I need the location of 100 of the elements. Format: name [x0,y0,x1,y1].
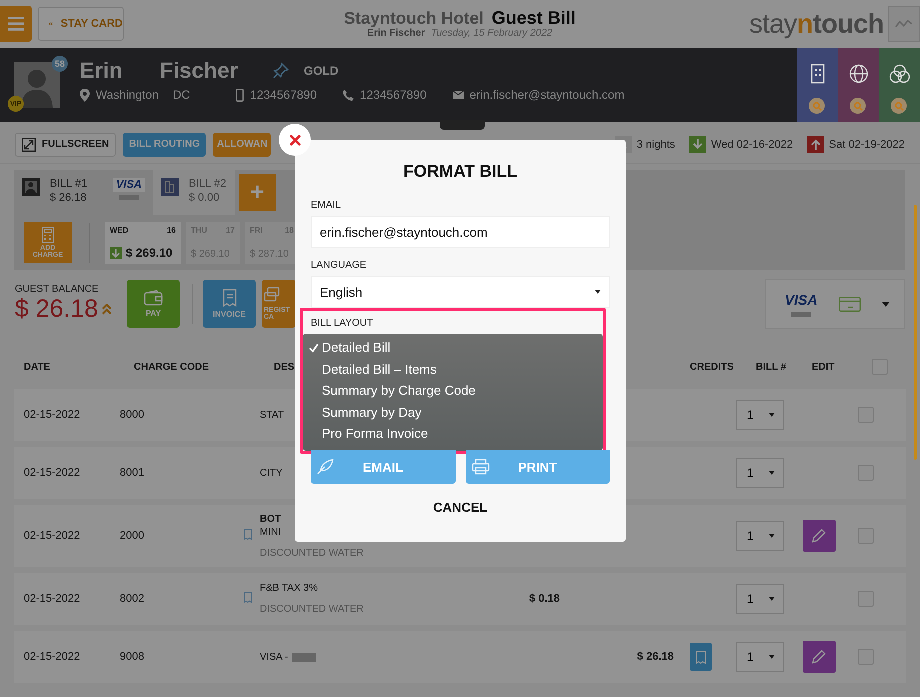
bill-layout-label: BILL LAYOUT [311,318,374,329]
description-text: CITY [260,468,283,478]
building-icon [810,64,824,84]
circles-icon [888,64,910,84]
dropdown-option[interactable]: Pro Forma Invoice [303,423,603,444]
guest-state: DC [172,88,190,102]
menu-icon [8,17,24,31]
guest-city: Washington [96,88,159,102]
date-cell-text: 02-15-2022 [24,530,82,542]
pencil-icon [812,650,826,664]
bill-number-select[interactable]: 1 [736,458,784,488]
charge-code-cell-text: 9008 [120,651,146,663]
row-checkbox[interactable] [858,591,874,607]
row-checkbox[interactable] [858,528,874,544]
day-number: 16 [167,226,176,234]
row-checkbox[interactable] [858,649,874,665]
pin-icon[interactable] [272,62,290,80]
search-icon [809,98,825,114]
card-brand: VISA [784,291,819,309]
column-header: DES [274,362,295,372]
line-graph-icon [895,19,913,29]
invoice-icon [696,650,706,664]
shortcut-tile[interactable] [797,48,838,122]
bill-amount: $ 0.00 [189,192,221,204]
edit-button[interactable] [802,520,836,552]
mobile-phone-icon [236,88,244,102]
printer-icon [472,459,490,475]
payment-card-selector[interactable]: VISA [765,279,905,329]
double-chevron-up-icon[interactable] [102,304,112,315]
cancel-button[interactable]: CANCEL [425,496,496,519]
wallet-icon [144,290,164,306]
column-header: DATE [24,362,50,372]
guest-balance-label: GUEST BALANCE [15,284,100,295]
column-header: CHARGE CODE [134,362,210,372]
shortcut-tile[interactable] [879,48,920,122]
day-amount: $ 269.10 [126,246,173,260]
departure-date: Sat 02-19-2022 [829,138,905,150]
bill-number-select[interactable]: 1 [736,521,784,551]
guest-balance-amount: $ 26.18 [15,295,98,324]
invoice-button[interactable] [690,643,712,671]
bill-tab[interactable]: BILL #2 $ 0.00 [153,170,235,215]
last-name: Fischer [160,58,240,84]
card-brand: VISA [113,178,145,192]
graph-button[interactable] [888,6,920,42]
expand-icon [22,138,36,152]
down-arrow-icon [110,246,122,258]
globe-icon [848,64,868,84]
close-button[interactable] [279,124,311,156]
charge-amount: $ 0.18 [529,593,560,605]
guest-email: erin.fischer@stayntouch.com [470,88,625,102]
language-select[interactable]: English [311,276,610,308]
guest-name: Erin Fischer [367,28,426,40]
caret-icon [769,471,775,475]
charge-code-cell-text: 8000 [120,409,146,421]
scrollbar[interactable] [914,205,917,460]
nights-count: 3 nights [636,138,676,150]
credit-card-icon [838,296,861,312]
feather-pen-icon [317,459,335,475]
email-label: EMAIL [311,200,342,211]
bill-number-select[interactable]: 1 [736,584,784,614]
description-text: VISA - [260,652,288,662]
caret-icon [769,534,775,538]
description-note: DISCOUNTED WATER [260,548,364,558]
caret-icon [769,413,775,417]
bill-number-select[interactable]: 1 [736,400,784,430]
date-cell-text: 02-15-2022 [24,467,82,479]
building-thumbnail-icon [161,178,179,196]
phone-icon [343,90,354,100]
column-header: CREDITS [690,362,734,372]
close-icon [290,134,300,146]
description-text: MINI [260,526,282,538]
bill-number: BILL #2 [189,178,227,190]
shortcut-tile[interactable] [838,48,879,122]
fullscreen-button[interactable]: FULLSCREEN [15,132,116,156]
mail-icon [452,91,464,99]
caret-icon [595,290,601,294]
dropdown-option[interactable]: Detailed Bill [303,337,603,358]
dropdown-option[interactable]: Detailed Bill – Items [303,358,603,380]
age-badge: 58 [52,56,68,72]
calculator-icon [42,226,54,242]
menu-button[interactable] [0,6,32,42]
first-name: Erin [80,58,124,84]
date-cell-text: 02-15-2022 [24,593,82,605]
masked-card-number [119,195,140,200]
description-text: F&B TAX 3% [260,583,318,594]
row-checkbox[interactable] [858,465,874,481]
dropdown-option[interactable]: Summary by Charge Code [303,380,603,402]
dropdown-option[interactable]: Summary by Day [303,402,603,423]
language-label: LANGUAGE [311,260,368,271]
weekday: WED [110,226,129,234]
edit-button[interactable] [802,641,836,673]
description-text: BOT [260,514,282,524]
day-card[interactable]: WED 16 $ 269.10 [105,222,181,264]
row-checkbox[interactable] [858,407,874,423]
email-field[interactable]: erin.fischer@stayntouch.com [311,216,610,248]
description-note: DISCOUNTED WATER [260,604,364,615]
mobile-number: 1234567890 [250,88,318,102]
bill-number-select[interactable]: 1 [736,642,784,672]
pull-tab[interactable] [440,120,485,130]
description-text: STAT [260,410,284,420]
